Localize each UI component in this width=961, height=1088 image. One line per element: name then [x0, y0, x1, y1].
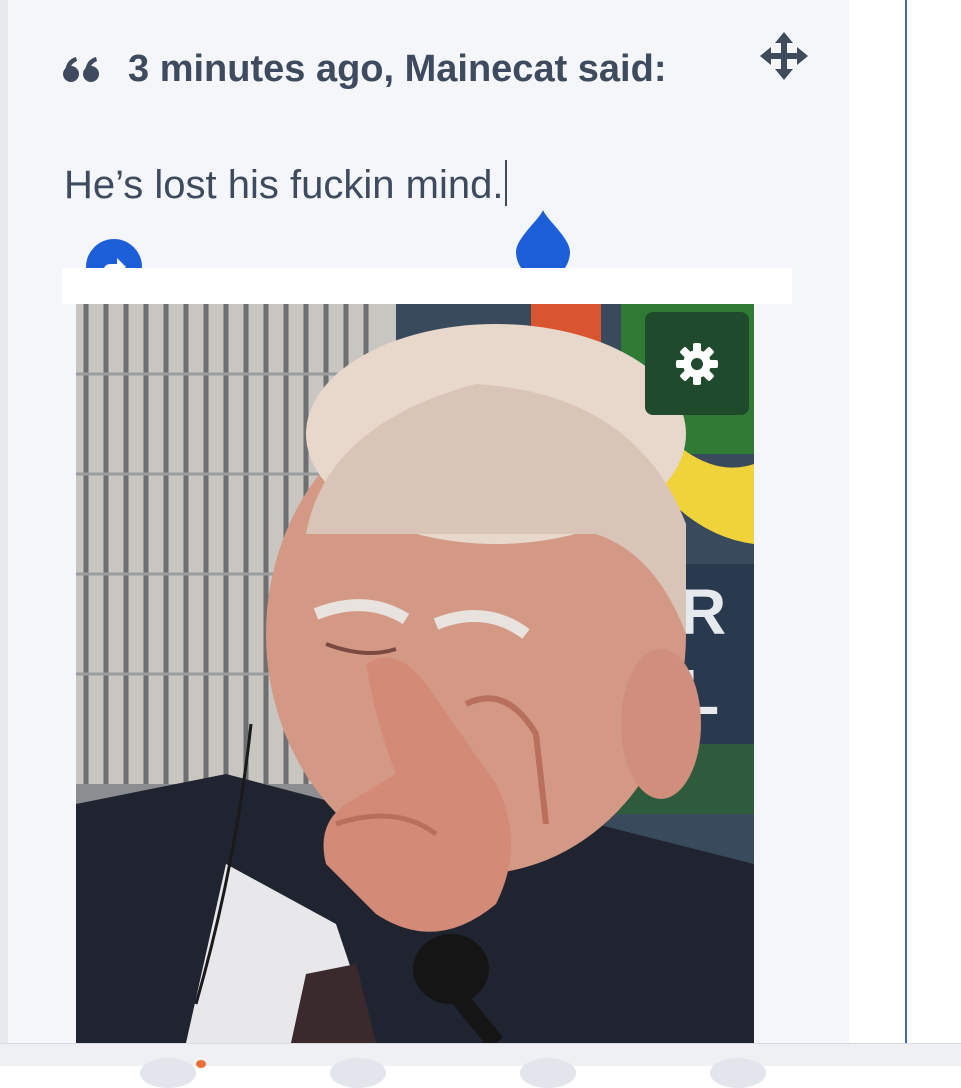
image-settings-button[interactable]: [645, 312, 749, 415]
quote-header: 3 minutes ago, Mainecat said:: [62, 44, 666, 94]
move-arrows-icon[interactable]: [760, 32, 808, 80]
toolbar-button-4[interactable]: [710, 1058, 766, 1088]
toolbar-button-1[interactable]: [140, 1058, 196, 1088]
quote-icon: [63, 57, 99, 82]
quote-text-content: He’s lost his fuckin mind.: [64, 163, 504, 207]
text-cursor: [505, 160, 508, 206]
bottom-toolbar: [0, 1043, 961, 1088]
right-divider: [905, 0, 907, 1043]
quote-text[interactable]: He’s lost his fuckin mind.: [64, 160, 508, 208]
gear-icon: [676, 342, 718, 385]
quote-author-line: 3 minutes ago, Mainecat said:: [128, 47, 667, 90]
left-edge: [0, 0, 8, 1043]
notification-dot: [196, 1060, 206, 1068]
svg-text:R: R: [680, 576, 726, 648]
toolbar-button-3[interactable]: [520, 1058, 576, 1088]
image-frame-top: [62, 268, 792, 304]
toolbar-button-2[interactable]: [330, 1058, 386, 1088]
